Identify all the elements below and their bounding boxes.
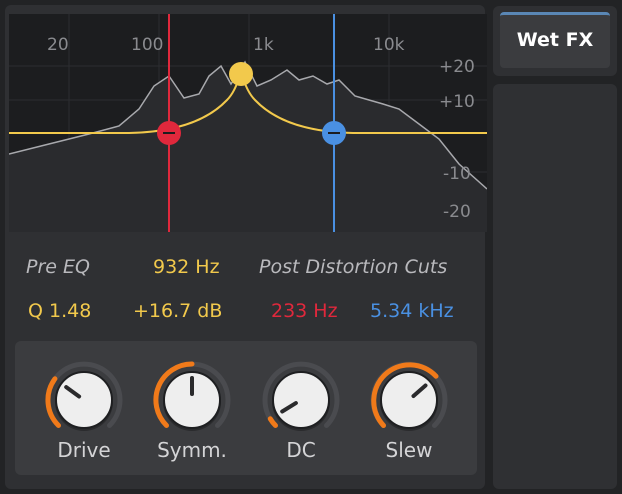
spectrum-fill: [9, 62, 487, 232]
eq-graph[interactable]: 20 100 1k 10k +20 +10 -10 -20: [9, 14, 487, 232]
db-tick-plus20: +20: [439, 57, 475, 77]
db-tick-minus10: -10: [443, 164, 471, 184]
wet-fx-label: Wet FX: [516, 29, 594, 51]
freq-tick-100: 100: [131, 35, 163, 55]
dc-knob[interactable]: [259, 358, 343, 442]
pre-eq-gain-value[interactable]: +16.7 dB: [133, 300, 222, 322]
low-cut-handle[interactable]: [157, 121, 181, 145]
slew-knob[interactable]: [367, 358, 451, 442]
freq-tick-10k: 10k: [373, 35, 405, 55]
freq-tick-1k: 1k: [253, 35, 274, 55]
drive-label: Drive: [57, 438, 111, 462]
pre-eq-freq-value[interactable]: 932 Hz: [153, 256, 220, 278]
slew-label: Slew: [385, 438, 433, 462]
post-distortion-label: Post Distortion Cuts: [259, 256, 448, 278]
symm-knob[interactable]: [150, 358, 234, 442]
low-cut-value[interactable]: 233 Hz: [271, 300, 338, 322]
db-tick-minus20: -20: [443, 202, 471, 222]
pre-eq-q-value[interactable]: Q 1.48: [28, 300, 91, 322]
freq-tick-20: 20: [47, 35, 69, 55]
pre-eq-handle[interactable]: [229, 62, 253, 86]
db-tick-plus10: +10: [439, 92, 475, 112]
symm-label: Symm.: [157, 438, 227, 462]
high-cut-handle[interactable]: [322, 121, 346, 145]
dc-label: DC: [286, 438, 316, 462]
high-cut-value[interactable]: 5.34 kHz: [370, 300, 454, 322]
wet-fx-button[interactable]: Wet FX: [500, 12, 610, 68]
drive-knob[interactable]: [42, 358, 126, 442]
side-knob-panel: [493, 84, 617, 489]
eq-display[interactable]: 20 100 1k 10k +20 +10 -10 -20: [9, 14, 487, 232]
pre-eq-label: Pre EQ: [26, 256, 90, 278]
freq-tick-labels: 20 100 1k 10k: [47, 35, 405, 55]
